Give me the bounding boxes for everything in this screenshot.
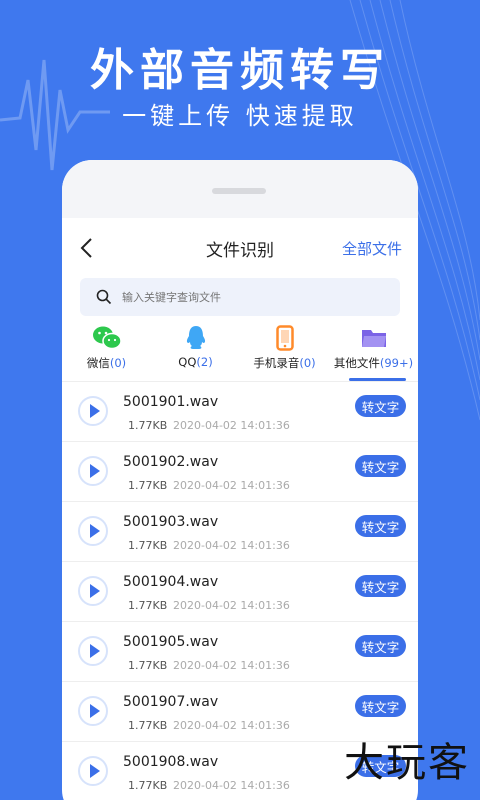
play-icon[interactable] — [78, 456, 108, 486]
page-title: 文件识别 — [206, 240, 274, 261]
file-size: 1.77KB — [128, 779, 168, 792]
nav-bar: 文件识别 全部文件 — [62, 218, 418, 278]
search-input[interactable] — [122, 290, 362, 304]
file-name: 5001908.wav — [123, 754, 219, 770]
file-date: 2020-04-02 14:01:36 — [173, 539, 290, 552]
qq-icon — [181, 324, 211, 352]
wechat-icon — [92, 324, 122, 352]
file-name: 5001902.wav — [123, 454, 219, 470]
tab-label: 手机录音 — [253, 356, 300, 370]
tab-wechat[interactable]: 微信(0) — [62, 324, 151, 381]
hero-subtitle: 一键上传 快速提取 — [122, 102, 358, 130]
file-name: 5001907.wav — [123, 694, 219, 710]
file-size: 1.77KB — [128, 659, 168, 672]
play-icon[interactable] — [78, 576, 108, 606]
play-icon[interactable] — [78, 516, 108, 546]
active-tab-indicator — [349, 378, 406, 381]
file-date: 2020-04-02 14:01:36 — [173, 419, 290, 432]
file-date: 2020-04-02 14:01:36 — [173, 719, 290, 732]
file-size: 1.77KB — [128, 479, 168, 492]
list-item[interactable]: 5001901.wav 1.77KB 2020-04-02 14:01:36 转… — [62, 382, 418, 442]
phone-top-bezel — [62, 160, 418, 218]
category-tabs: 微信(0) QQ(2) 手机录音(0) 其他文件(99+) — [62, 324, 418, 382]
convert-to-text-button[interactable]: 转文字 — [355, 395, 406, 417]
phone-speaker — [212, 188, 266, 194]
tab-count: (2) — [196, 355, 213, 369]
tab-qq[interactable]: QQ(2) — [151, 324, 240, 381]
watermark-logo: 大玩客 — [344, 740, 470, 786]
tab-label: QQ — [178, 355, 197, 369]
phone-record-icon — [270, 324, 300, 352]
file-date: 2020-04-02 14:01:36 — [173, 659, 290, 672]
play-icon[interactable] — [78, 396, 108, 426]
tab-count: (0) — [109, 356, 127, 370]
list-item[interactable]: 5001903.wav 1.77KB 2020-04-02 14:01:36 转… — [62, 502, 418, 562]
file-date: 2020-04-02 14:01:36 — [173, 779, 290, 792]
convert-to-text-button[interactable]: 转文字 — [355, 575, 406, 597]
convert-to-text-button[interactable]: 转文字 — [355, 455, 406, 477]
file-name: 5001901.wav — [123, 394, 219, 410]
list-item[interactable]: 5001905.wav 1.77KB 2020-04-02 14:01:36 转… — [62, 622, 418, 682]
file-size: 1.77KB — [128, 539, 168, 552]
phone-mockup: 文件识别 全部文件 微信(0) — [62, 160, 418, 800]
list-item[interactable]: 5001902.wav 1.77KB 2020-04-02 14:01:36 转… — [62, 442, 418, 502]
file-size: 1.77KB — [128, 719, 168, 732]
tab-label: 其他文件 — [333, 356, 380, 370]
file-name: 5001905.wav — [123, 634, 219, 650]
convert-to-text-button[interactable]: 转文字 — [355, 635, 406, 657]
file-size: 1.77KB — [128, 419, 168, 432]
file-date: 2020-04-02 14:01:36 — [173, 599, 290, 612]
tab-phone-recording[interactable]: 手机录音(0) — [240, 324, 329, 381]
play-icon[interactable] — [78, 636, 108, 666]
tab-count: (99+) — [379, 356, 414, 370]
play-icon[interactable] — [78, 696, 108, 726]
back-arrow-icon[interactable] — [76, 236, 100, 260]
tab-count: (0) — [299, 356, 316, 370]
search-bar[interactable] — [80, 278, 400, 316]
file-size: 1.77KB — [128, 599, 168, 612]
folder-icon — [359, 324, 389, 352]
file-name: 5001903.wav — [123, 514, 219, 530]
play-icon[interactable] — [78, 756, 108, 786]
tab-label: 微信 — [86, 356, 110, 370]
file-name: 5001904.wav — [123, 574, 219, 590]
all-files-link[interactable]: 全部文件 — [342, 238, 402, 259]
file-date: 2020-04-02 14:01:36 — [173, 479, 290, 492]
list-item[interactable]: 5001904.wav 1.77KB 2020-04-02 14:01:36 转… — [62, 562, 418, 622]
search-icon — [96, 289, 112, 305]
convert-to-text-button[interactable]: 转文字 — [355, 695, 406, 717]
hero-title: 外部音频转写 — [90, 45, 390, 96]
tab-other-files[interactable]: 其他文件(99+) — [329, 324, 418, 381]
convert-to-text-button[interactable]: 转文字 — [355, 515, 406, 537]
